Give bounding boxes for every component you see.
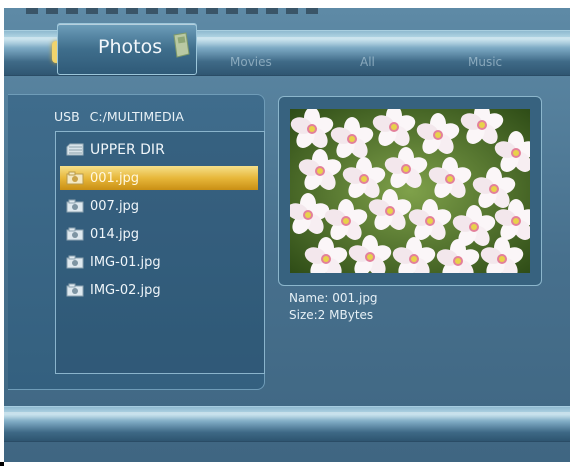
top-decoration xyxy=(26,8,326,14)
file-size-info: Size:2 MBytes xyxy=(289,308,374,322)
tab-photos-label: Photos xyxy=(98,36,163,58)
path-row: USB C:/MULTIMEDIA xyxy=(54,109,184,124)
media-player-screen: Movies All Music Photos USB C:/MULTIMEDIA… xyxy=(4,8,570,462)
file-name: 001.jpg xyxy=(90,170,140,186)
memory-card-icon xyxy=(173,32,190,58)
list-item-file-5[interactable]: IMG-02.jpg xyxy=(60,278,258,302)
list-item-file-4[interactable]: IMG-01.jpg xyxy=(60,250,258,274)
file-name: IMG-01.jpg xyxy=(90,254,161,270)
file-name: IMG-02.jpg xyxy=(90,282,161,298)
list-item-file-1[interactable]: 001.jpg xyxy=(60,166,258,190)
upper-dir-icon xyxy=(66,143,84,156)
path-label: C:/MULTIMEDIA xyxy=(89,109,184,124)
bottom-bar-shine xyxy=(4,412,570,420)
photo-file-icon xyxy=(66,227,84,241)
list-item-upper-dir[interactable]: UPPER DIR xyxy=(60,138,258,162)
file-browser-panel: USB C:/MULTIMEDIA UPPER DIR 001.jpg 007.… xyxy=(8,94,265,390)
file-name: 007.jpg xyxy=(90,198,140,214)
photo-file-icon xyxy=(66,255,84,269)
photo-file-icon xyxy=(66,171,84,185)
file-name: 014.jpg xyxy=(90,226,140,242)
corner-mark xyxy=(0,462,4,466)
photo-file-icon xyxy=(66,199,84,213)
photo-file-icon xyxy=(66,283,84,297)
tab-photos[interactable]: Photos xyxy=(57,23,197,75)
preview-thumbnail xyxy=(290,109,530,273)
tab-movies[interactable]: Movies xyxy=(230,55,272,69)
flower-photo xyxy=(290,109,530,273)
file-list[interactable]: UPPER DIR 001.jpg 007.jpg 014.jpg IMG-01… xyxy=(55,131,265,374)
list-item-file-3[interactable]: 014.jpg xyxy=(60,222,258,246)
list-item-file-2[interactable]: 007.jpg xyxy=(60,194,258,218)
upper-dir-label: UPPER DIR xyxy=(90,142,165,158)
bottom-bar xyxy=(4,406,570,442)
file-name-info: Name: 001.jpg xyxy=(289,291,378,305)
device-label: USB xyxy=(54,109,80,124)
preview-panel xyxy=(278,96,542,286)
tab-all[interactable]: All xyxy=(360,55,375,69)
tab-music[interactable]: Music xyxy=(468,55,502,69)
